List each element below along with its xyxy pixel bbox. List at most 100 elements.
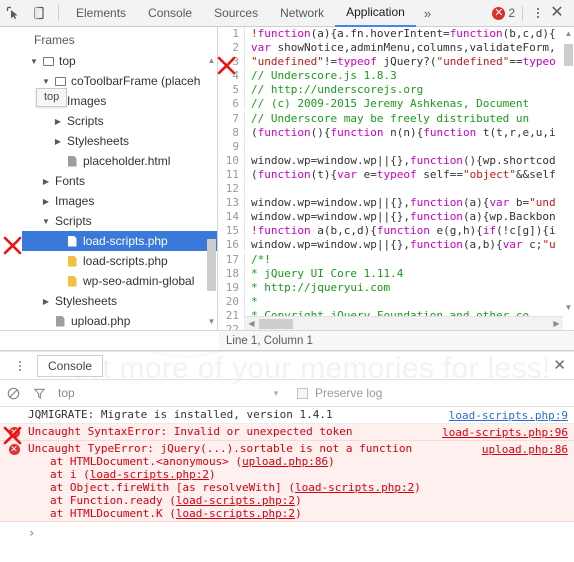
- line-number[interactable]: 14: [219, 210, 245, 224]
- line-number[interactable]: 11: [219, 167, 245, 181]
- line-number[interactable]: 20: [219, 294, 245, 308]
- code-line[interactable]: 4 // Underscore.js 1.8.3: [219, 69, 556, 83]
- source-code-editor[interactable]: 1 !function(a){a.fn.hoverIntent=function(…: [219, 27, 574, 330]
- chevron-down-icon[interactable]: ▼: [40, 217, 52, 226]
- code-line[interactable]: 9: [219, 139, 556, 154]
- stack-source-link[interactable]: upload.php:86: [242, 455, 328, 468]
- chevron-right-icon[interactable]: ▶: [40, 197, 52, 206]
- line-number[interactable]: 4: [219, 69, 245, 83]
- code-line[interactable]: 15 !function a(b,c,d){function e(g,h){if(…: [219, 224, 556, 238]
- drawer-tab-console[interactable]: Console: [37, 354, 104, 377]
- code-line[interactable]: 20 *: [219, 294, 556, 309]
- tree-item-scripts[interactable]: ▼ Scripts: [22, 211, 217, 231]
- close-icon[interactable]: ✕: [546, 5, 568, 21]
- chevron-right-icon[interactable]: ▶: [40, 297, 52, 306]
- code-line[interactable]: 6 // (c) 2009-2015 Jeremy Ashkenas, Docum…: [219, 97, 556, 111]
- chevron-down-icon[interactable]: ▼: [40, 77, 52, 86]
- device-toolbar-icon[interactable]: [26, 0, 52, 26]
- console-context-selector[interactable]: top: [58, 386, 75, 400]
- tree-item-scripts[interactable]: ▶ Scripts: [22, 111, 217, 131]
- tab-network[interactable]: Network: [269, 0, 335, 27]
- code-line[interactable]: 11 (function(t){var e=typeof self=="objec…: [219, 167, 556, 182]
- line-number[interactable]: 7: [219, 111, 245, 125]
- editor-scroll-up-arrow[interactable]: ▲: [563, 27, 574, 41]
- console-message-source-link[interactable]: load-scripts.php:9: [449, 409, 568, 422]
- error-count-badge[interactable]: ✕ 2: [492, 6, 515, 20]
- drawer-close-icon[interactable]: ✕: [553, 358, 566, 373]
- tree-item-load-scripts-php[interactable]: load-scripts.php: [22, 251, 217, 271]
- console-message-error[interactable]: ✕ Uncaught SyntaxError: Invalid or unexpe…: [0, 424, 574, 441]
- tree-item-stylesheets[interactable]: ▶ Stylesheets: [22, 131, 217, 151]
- preserve-log-label[interactable]: Preserve log: [315, 386, 382, 400]
- stack-source-link[interactable]: load-scripts.php:2: [90, 468, 209, 481]
- line-number[interactable]: 10: [219, 153, 245, 167]
- chevron-down-icon[interactable]: ▼: [28, 57, 40, 66]
- code-line[interactable]: 14 window.wp=window.wp||{},function(a){wp…: [219, 210, 556, 224]
- code-line[interactable]: 17 /*!: [219, 252, 556, 267]
- code-line[interactable]: 1 !function(a){a.fn.hoverIntent=function(…: [219, 27, 556, 41]
- line-number[interactable]: 5: [219, 83, 245, 97]
- console-prompt[interactable]: ›: [0, 522, 574, 544]
- line-number[interactable]: 22: [219, 322, 245, 330]
- code-line[interactable]: 10 window.wp=window.wp||{},function(){wp.…: [219, 153, 556, 168]
- code-line[interactable]: 2 var showNotice,adminMenu,columns,valida…: [219, 41, 556, 55]
- editor-vscroll-thumb[interactable]: [564, 44, 573, 66]
- stack-source-link[interactable]: load-scripts.php:2: [295, 481, 414, 494]
- line-number[interactable]: 12: [219, 182, 245, 196]
- line-number[interactable]: 16: [219, 238, 245, 252]
- kebab-menu-icon[interactable]: [530, 8, 546, 18]
- console-message-source-link[interactable]: upload.php:86: [482, 443, 568, 456]
- code-line[interactable]: 7 // Underscore may be freely distributed…: [219, 111, 556, 126]
- code-line[interactable]: 8 (function(){function n(n){function t(t,…: [219, 125, 556, 140]
- chevron-right-icon[interactable]: ▶: [52, 117, 64, 126]
- tab-sources[interactable]: Sources: [203, 0, 269, 27]
- tab-application[interactable]: Application: [335, 0, 416, 27]
- tree-item-stylesheets[interactable]: ▶ Stylesheets: [22, 291, 217, 311]
- tab-console[interactable]: Console: [137, 0, 203, 27]
- console-level-chevron-down-icon[interactable]: ▼: [272, 389, 280, 398]
- line-number[interactable]: 13: [219, 196, 245, 210]
- code-line[interactable]: 3 "undefined"!=typeof jQuery?("undefined"…: [219, 55, 556, 69]
- editor-scroll-right-arrow[interactable]: ▶: [550, 317, 563, 330]
- line-number[interactable]: 19: [219, 280, 245, 294]
- editor-scroll-left-arrow[interactable]: ◀: [245, 317, 258, 330]
- tree-item-upload-php[interactable]: upload.php: [22, 311, 217, 330]
- inspect-element-icon[interactable]: [0, 0, 26, 26]
- chevron-right-icon[interactable]: ▶: [40, 177, 52, 186]
- line-number[interactable]: 1: [219, 27, 245, 40]
- chevron-right-icon[interactable]: ▶: [52, 137, 64, 146]
- line-number[interactable]: 2: [219, 41, 245, 55]
- editor-horizontal-scrollbar[interactable]: ◀ ▶: [245, 316, 563, 330]
- line-number[interactable]: 8: [219, 125, 245, 139]
- stack-source-link[interactable]: load-scripts.php:2: [176, 494, 295, 507]
- line-number[interactable]: 21: [219, 308, 245, 322]
- panel-splitter[interactable]: [0, 350, 574, 352]
- sidebar-scroll-up-arrow[interactable]: ▲: [206, 55, 217, 67]
- console-message-source-link[interactable]: load-scripts.php:96: [442, 426, 568, 439]
- code-line[interactable]: 12: [219, 182, 556, 196]
- preserve-log-checkbox[interactable]: [297, 387, 308, 399]
- tree-item-load-scripts-php[interactable]: load-scripts.php: [22, 231, 217, 251]
- clear-console-icon[interactable]: [0, 387, 26, 400]
- code-line[interactable]: 5 // http://underscorejs.org: [219, 83, 556, 97]
- more-tabs-chevron-icon[interactable]: »: [416, 6, 439, 21]
- line-number[interactable]: 18: [219, 266, 245, 280]
- tree-item-fonts[interactable]: ▶ Fonts: [22, 171, 217, 191]
- tab-elements[interactable]: Elements: [65, 0, 137, 27]
- code-line[interactable]: 19 * http://jqueryui.com: [219, 280, 556, 295]
- line-number[interactable]: 9: [219, 139, 245, 153]
- code-line[interactable]: 13 window.wp=window.wp||{},function(a){va…: [219, 196, 556, 210]
- line-number[interactable]: 6: [219, 97, 245, 111]
- line-number[interactable]: 17: [219, 252, 245, 266]
- code-line[interactable]: 18 * jQuery UI Core 1.11.4: [219, 266, 556, 281]
- console-message-info[interactable]: JQMIGRATE: Migrate is installed, version…: [0, 407, 574, 424]
- sidebar-scroll-down-arrow[interactable]: ▼: [206, 316, 217, 328]
- code-line[interactable]: 16 window.wp=window.wp||{},function(a,b){…: [219, 238, 556, 252]
- tree-item-wp-seo-admin-global[interactable]: wp-seo-admin-global: [22, 271, 217, 291]
- sidebar-scrollbar-thumb[interactable]: [207, 239, 216, 291]
- drawer-kebab-menu-icon[interactable]: [8, 360, 32, 371]
- editor-scroll-down-arrow[interactable]: ▼: [563, 301, 574, 315]
- console-message-error[interactable]: ✕ Uncaught TypeError: jQuery(...).sortabl…: [0, 441, 574, 522]
- tree-item-images[interactable]: ▶Images: [22, 191, 217, 211]
- tree-item-top[interactable]: ▼ top: [22, 51, 217, 71]
